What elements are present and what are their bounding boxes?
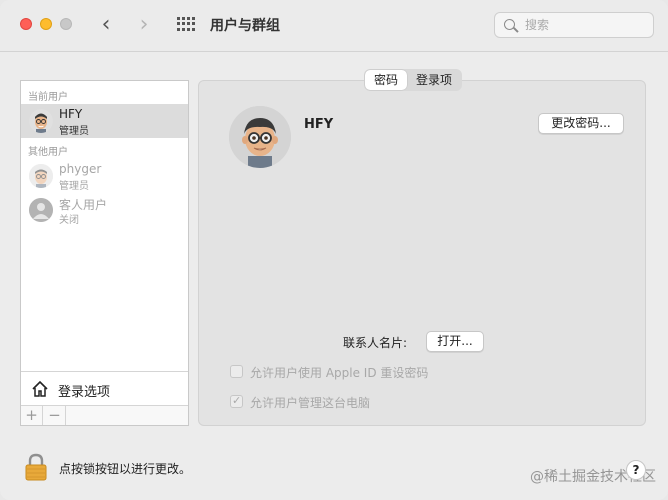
user-row-hfy[interactable]: HFY 管理员	[21, 104, 188, 138]
memoji-avatar-icon	[29, 109, 53, 133]
user-name: HFY	[59, 107, 83, 121]
zoom-button[interactable]	[60, 18, 72, 30]
user-role: 管理员	[59, 126, 89, 137]
apple-id-reset-checkbox[interactable]	[230, 365, 243, 378]
minimize-button[interactable]	[40, 18, 52, 30]
admin-checkbox[interactable]: ✓	[230, 394, 243, 408]
help-button[interactable]: ?	[626, 460, 646, 480]
tab-login-items[interactable]: 登录项	[407, 70, 461, 90]
close-button[interactable]	[20, 18, 32, 30]
search-icon	[504, 19, 515, 30]
profile-name: HFY	[304, 117, 334, 132]
user-row-guest[interactable]: 客人用户 关闭	[21, 193, 188, 227]
window-title: 用户与群组	[210, 18, 280, 34]
profile-memoji-avatar-icon[interactable]	[229, 106, 291, 168]
back-button[interactable]: ‹	[96, 12, 116, 38]
user-role: 管理员	[59, 181, 89, 192]
login-options-item[interactable]: 登录选项	[21, 371, 188, 405]
user-name: phyger	[59, 162, 102, 176]
tab-bar: 密码 登录项	[364, 69, 463, 91]
admin-label: 允许用户管理这台电脑	[250, 396, 371, 410]
user-role: 关闭	[59, 215, 79, 226]
memoji-avatar-icon	[29, 164, 53, 188]
open-contact-button[interactable]: 打开...	[426, 331, 484, 352]
login-options-label: 登录选项	[58, 385, 111, 400]
tab-password[interactable]: 密码	[365, 70, 408, 90]
current-users-label: 当前用户	[28, 92, 68, 103]
forward-button[interactable]: ›	[134, 12, 154, 38]
user-list-panel: 当前用户 HFY 管理员 其他用户 phyger 管理员 客人用户 关闭 登录选…	[20, 80, 189, 426]
search-input[interactable]	[525, 16, 645, 34]
lock-hint-text: 点按锁按钮以进行更改。	[59, 462, 192, 476]
search-field[interactable]	[494, 12, 654, 38]
guest-user-icon	[29, 198, 53, 222]
preferences-window: ‹ › 用户与群组 当前用户	[0, 0, 668, 500]
house-icon	[32, 380, 48, 397]
title-bar: ‹ › 用户与群组	[0, 0, 668, 52]
add-user-button[interactable]: +	[21, 406, 43, 425]
contact-card-label: 联系人名片:	[343, 336, 408, 350]
user-row-phyger[interactable]: phyger 管理员	[21, 159, 188, 193]
remove-user-button[interactable]: −	[44, 406, 66, 425]
other-users-label: 其他用户	[28, 147, 68, 158]
add-remove-bar: + −	[21, 405, 188, 425]
apple-id-reset-label: 允许用户使用 Apple ID 重设密码	[250, 366, 429, 380]
lock-icon[interactable]	[24, 453, 48, 481]
checkmark-icon: ✓	[232, 394, 242, 407]
change-password-button[interactable]: 更改密码...	[538, 113, 624, 134]
show-all-grid-icon[interactable]	[177, 17, 195, 31]
